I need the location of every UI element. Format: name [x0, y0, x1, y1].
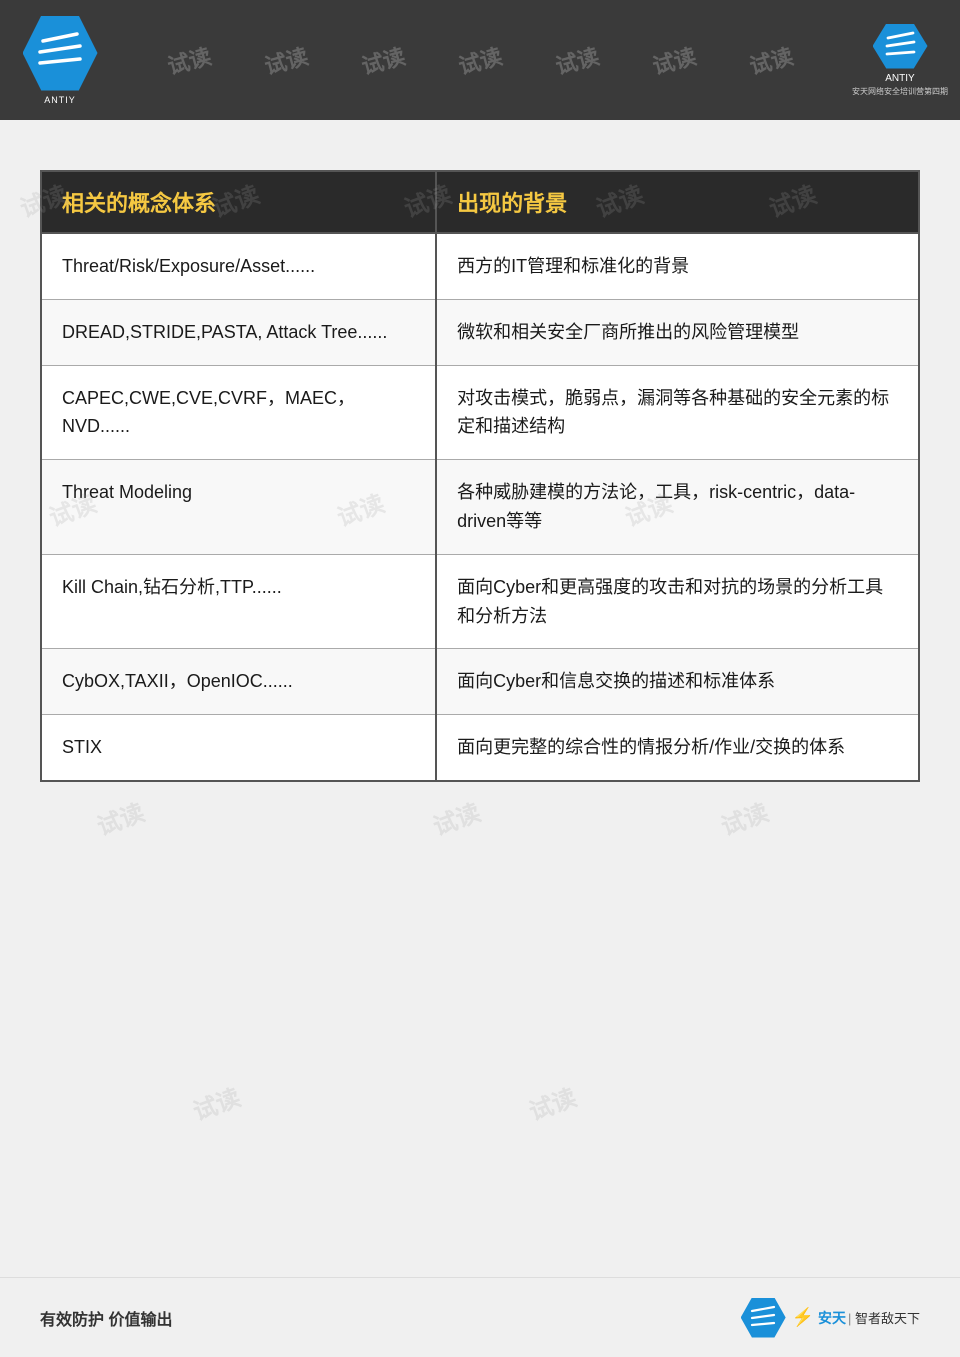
- table-row: CAPEC,CWE,CVE,CVRF，MAEC，NVD......对攻击模式，脆…: [41, 365, 919, 460]
- logo-label: ANTIY: [44, 95, 76, 105]
- header-right-logo: ANTIY 安天网络安全培训营第四期: [840, 0, 960, 120]
- footer-left-text: 有效防护 价值输出: [40, 1306, 172, 1330]
- antiy-brand: ANTIY 安天网络安全培训营第四期: [852, 24, 948, 97]
- table-cell-left-0: Threat/Risk/Exposure/Asset......: [41, 233, 436, 299]
- table-cell-right-2: 对攻击模式，脆弱点，漏洞等各种基础的安全元素的标定和描述结构: [436, 365, 919, 460]
- table-cell-right-1: 微软和相关安全厂商所推出的风险管理模型: [436, 299, 919, 365]
- main-content: 相关的概念体系 出现的背景 Threat/Risk/Exposure/Asset…: [0, 120, 960, 822]
- brand-text: ANTIY: [885, 73, 914, 84]
- table-cell-left-4: Kill Chain,钻石分析,TTP......: [41, 554, 436, 649]
- footer-brand: ⚡ 安天: [792, 1307, 846, 1328]
- table-row: CybOX,TAXII，OpenIOC......面向Cyber和信息交换的描述…: [41, 649, 919, 715]
- header-wm-3: 试读: [357, 39, 408, 81]
- table-cell-right-3: 各种威胁建模的方法论，工具，risk-centric，data-driven等等: [436, 460, 919, 555]
- col1-header: 相关的概念体系: [41, 171, 436, 233]
- table-row: STIX面向更完整的综合性的情报分析/作业/交换的体系: [41, 715, 919, 781]
- table-cell-left-2: CAPEC,CWE,CVE,CVRF，MAEC，NVD......: [41, 365, 436, 460]
- col2-header: 出现的背景: [436, 171, 919, 233]
- table-row: Threat/Risk/Exposure/Asset......西方的IT管理和…: [41, 233, 919, 299]
- logo-hexagon: [23, 16, 98, 91]
- table-row: DREAD,STRIDE,PASTA, Attack Tree......微软和…: [41, 299, 919, 365]
- table-cell-left-1: DREAD,STRIDE,PASTA, Attack Tree......: [41, 299, 436, 365]
- table-cell-left-3: Threat Modeling: [41, 460, 436, 555]
- footer-slogan: | 智者敌天下: [848, 1308, 920, 1327]
- wm-13: 试读: [523, 1078, 580, 1127]
- wm-12: 试读: [187, 1078, 244, 1127]
- header-wm-4: 试读: [455, 39, 506, 81]
- header-watermarks: 试读 试读 试读 试读 试读 试读 试读: [120, 44, 840, 76]
- header-wm-5: 试读: [552, 39, 603, 81]
- brand-icon: [873, 24, 928, 69]
- footer: 有效防护 价值输出 ⚡ 安天 | 智者敌天下: [0, 1277, 960, 1357]
- logo-area: ANTIY: [0, 0, 120, 120]
- table-cell-right-5: 面向Cyber和信息交换的描述和标准体系: [436, 649, 919, 715]
- header: ANTIY 试读 试读 试读 试读 试读 试读 试读 ANTIY 安天网络安全培…: [0, 0, 960, 120]
- concepts-table: 相关的概念体系 出现的背景 Threat/Risk/Exposure/Asset…: [40, 170, 920, 782]
- table-cell-right-6: 面向更完整的综合性的情报分析/作业/交换的体系: [436, 715, 919, 781]
- table-row: Kill Chain,钻石分析,TTP......面向Cyber和更高强度的攻击…: [41, 554, 919, 649]
- brand-subtitle: 安天网络安全培训营第四期: [852, 86, 948, 97]
- footer-logo-hex: [741, 1298, 786, 1338]
- footer-right: ⚡ 安天 | 智者敌天下: [741, 1298, 920, 1338]
- table-cell-left-5: CybOX,TAXII，OpenIOC......: [41, 649, 436, 715]
- header-wm-1: 试读: [163, 39, 214, 81]
- table-cell-right-4: 面向Cyber和更高强度的攻击和对抗的场景的分析工具和分析方法: [436, 554, 919, 649]
- header-wm-6: 试读: [649, 39, 700, 81]
- header-wm-7: 试读: [746, 39, 797, 81]
- table-row: Threat Modeling各种威胁建模的方法论，工具，risk-centri…: [41, 460, 919, 555]
- table-cell-left-6: STIX: [41, 715, 436, 781]
- table-cell-right-0: 西方的IT管理和标准化的背景: [436, 233, 919, 299]
- header-wm-2: 试读: [260, 39, 311, 81]
